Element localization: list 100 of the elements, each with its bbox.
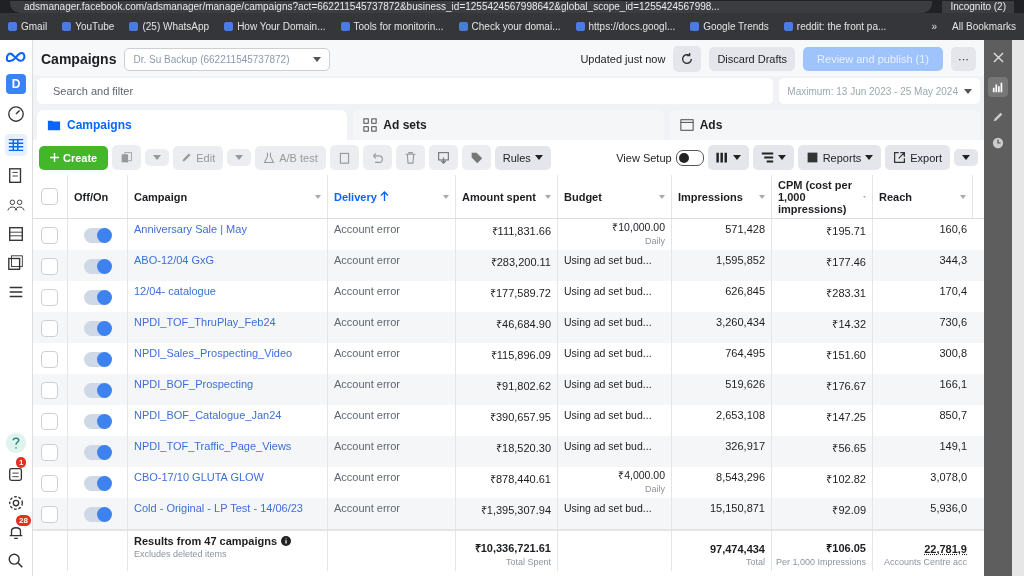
chart-icon[interactable] <box>988 77 1008 97</box>
table-icon[interactable] <box>5 134 27 156</box>
campaign-link[interactable]: NPDI_BOF_Prospecting <box>134 378 254 390</box>
bookmark-link[interactable]: YouTube <box>62 21 115 32</box>
campaign-toggle[interactable] <box>84 383 111 398</box>
campaign-toggle[interactable] <box>84 290 111 305</box>
plus-icon <box>50 153 59 162</box>
all-bookmarks-link[interactable]: All Bookmarks <box>952 21 1016 32</box>
preview-button[interactable] <box>428 145 458 170</box>
row-checkbox[interactable] <box>41 320 58 337</box>
caret-icon[interactable] <box>545 194 551 199</box>
row-checkbox[interactable] <box>41 413 58 430</box>
discard-drafts-button[interactable]: Discard Drafts <box>709 47 796 71</box>
caret-icon[interactable] <box>659 194 665 199</box>
campaign-link[interactable]: NPDI_TOF_Traffic_Page_Views <box>134 440 292 452</box>
row-checkbox[interactable] <box>41 289 58 306</box>
account-avatar[interactable]: D <box>6 74 26 94</box>
gauge-icon[interactable] <box>7 105 25 123</box>
campaign-toggle[interactable] <box>84 259 111 274</box>
columns-button[interactable] <box>707 145 749 170</box>
tab[interactable]: Ad sets <box>353 110 664 140</box>
caret-icon[interactable] <box>315 194 321 199</box>
row-checkbox[interactable] <box>41 506 58 523</box>
updated-status: Updated just now <box>580 53 666 65</box>
bookmark-link[interactable]: Tools for monitorin... <box>340 21 444 32</box>
breakdown-button[interactable] <box>752 145 794 170</box>
campaign-link[interactable]: 12/04- catalogue <box>134 285 216 297</box>
row-checkbox[interactable] <box>41 351 58 368</box>
campaign-link[interactable]: NPDI_BOF_Catalogue_Jan24 <box>134 409 282 421</box>
campaign-link[interactable]: ABO-12/04 GxG <box>134 254 215 266</box>
bookmark-link[interactable]: Gmail <box>8 21 48 32</box>
column-header[interactable]: Impressions <box>678 190 743 203</box>
url-field[interactable]: adsmanager.facebook.com/adsmanager/manage/campaigns?act=662211545737872&business_id=1255424567998642&global_scope_id=1255424567998... <box>10 1 933 13</box>
caret-icon[interactable] <box>960 194 966 199</box>
clipboard-button[interactable] <box>329 145 359 170</box>
close-icon[interactable] <box>992 52 1004 63</box>
tab[interactable]: Ads <box>669 110 980 140</box>
select-all-checkbox[interactable] <box>41 188 58 205</box>
total-impressions: 97,474,434 <box>709 543 765 555</box>
delete-button[interactable] <box>395 145 425 170</box>
help-icon[interactable] <box>5 432 27 454</box>
view-setup-switch[interactable] <box>675 149 704 166</box>
stack-icon[interactable] <box>7 225 25 243</box>
reports-button[interactable]: Reports <box>797 145 882 170</box>
column-header[interactable]: Campaign <box>134 190 188 203</box>
refresh-button[interactable] <box>673 46 702 72</box>
column-header[interactable]: CPM (cost per 1,000 impressions) <box>778 178 864 215</box>
search-field[interactable]: Search and filter <box>37 78 774 104</box>
more-button[interactable]: ··· <box>951 47 976 71</box>
bookmark-link[interactable]: How Your Domain... <box>224 21 326 32</box>
row-checkbox[interactable] <box>41 258 58 275</box>
campaign-toggle[interactable] <box>84 414 111 429</box>
meta-logo-icon[interactable] <box>5 50 27 63</box>
bookmark-link[interactable]: (25) WhatsApp <box>129 21 210 32</box>
column-header[interactable]: Off/On <box>74 190 109 203</box>
cards-icon[interactable] <box>7 254 25 272</box>
people-icon[interactable] <box>7 196 25 214</box>
grid-icon <box>363 118 378 132</box>
caret-icon[interactable] <box>759 194 765 199</box>
search-icon[interactable] <box>7 552 25 570</box>
row-checkbox[interactable] <box>41 444 58 461</box>
row-checkbox[interactable] <box>41 227 58 244</box>
bookmark-link[interactable]: https://docs.googl... <box>575 21 676 32</box>
bookmark-link[interactable]: Check your domai... <box>458 21 561 32</box>
profile-button[interactable]: Incognito (2) <box>942 1 1014 13</box>
clock-icon[interactable] <box>992 137 1004 149</box>
notes-icon[interactable] <box>7 465 25 483</box>
table-cell-text: ₹46,684.90 <box>496 317 551 331</box>
bookmark-link[interactable]: Google Trends <box>690 21 769 32</box>
info-icon[interactable] <box>281 536 292 546</box>
campaign-toggle[interactable] <box>84 321 111 336</box>
campaign-toggle[interactable] <box>84 352 111 367</box>
column-header[interactable]: Amount spent <box>462 190 536 203</box>
row-checkbox[interactable] <box>41 382 58 399</box>
campaign-link[interactable]: NPDI_Sales_Prospecting_Video <box>134 347 293 359</box>
campaign-link[interactable]: NPDI_TOF_ThruPlay_Feb24 <box>134 316 276 328</box>
pencil-icon[interactable] <box>992 111 1004 123</box>
campaign-link[interactable]: Anniversary Sale | May <box>134 223 247 235</box>
campaign-toggle[interactable] <box>84 228 111 243</box>
dropdown-button[interactable] <box>954 149 978 166</box>
row-checkbox[interactable] <box>41 475 58 492</box>
tab[interactable]: Campaigns <box>37 110 348 140</box>
undo-button[interactable] <box>362 145 392 170</box>
export-button[interactable]: Export <box>885 145 950 170</box>
column-header[interactable]: Budget <box>564 190 602 203</box>
bookmark-link[interactable]: reddit: the front pa... <box>783 21 887 32</box>
rules-button[interactable]: Rules <box>494 145 551 170</box>
campaign-link[interactable]: Cold - Original - LP Test - 14/06/23 <box>134 502 303 514</box>
campaign-toggle[interactable] <box>84 507 111 522</box>
column-header[interactable]: Delivery <box>334 190 389 203</box>
campaign-toggle[interactable] <box>84 445 111 460</box>
column-header[interactable]: Reach <box>879 190 913 203</box>
settings-icon[interactable] <box>7 494 25 512</box>
duplicate-button[interactable] <box>112 145 142 170</box>
campaign-link[interactable]: CBO-17/10 GLUTA GLOW <box>134 471 264 483</box>
more-bookmarks-button[interactable]: » <box>931 21 938 32</box>
scrollbar[interactable] <box>1012 40 1024 576</box>
tag-button[interactable] <box>461 145 491 170</box>
caret-icon[interactable] <box>443 194 449 199</box>
campaign-toggle[interactable] <box>84 476 111 491</box>
